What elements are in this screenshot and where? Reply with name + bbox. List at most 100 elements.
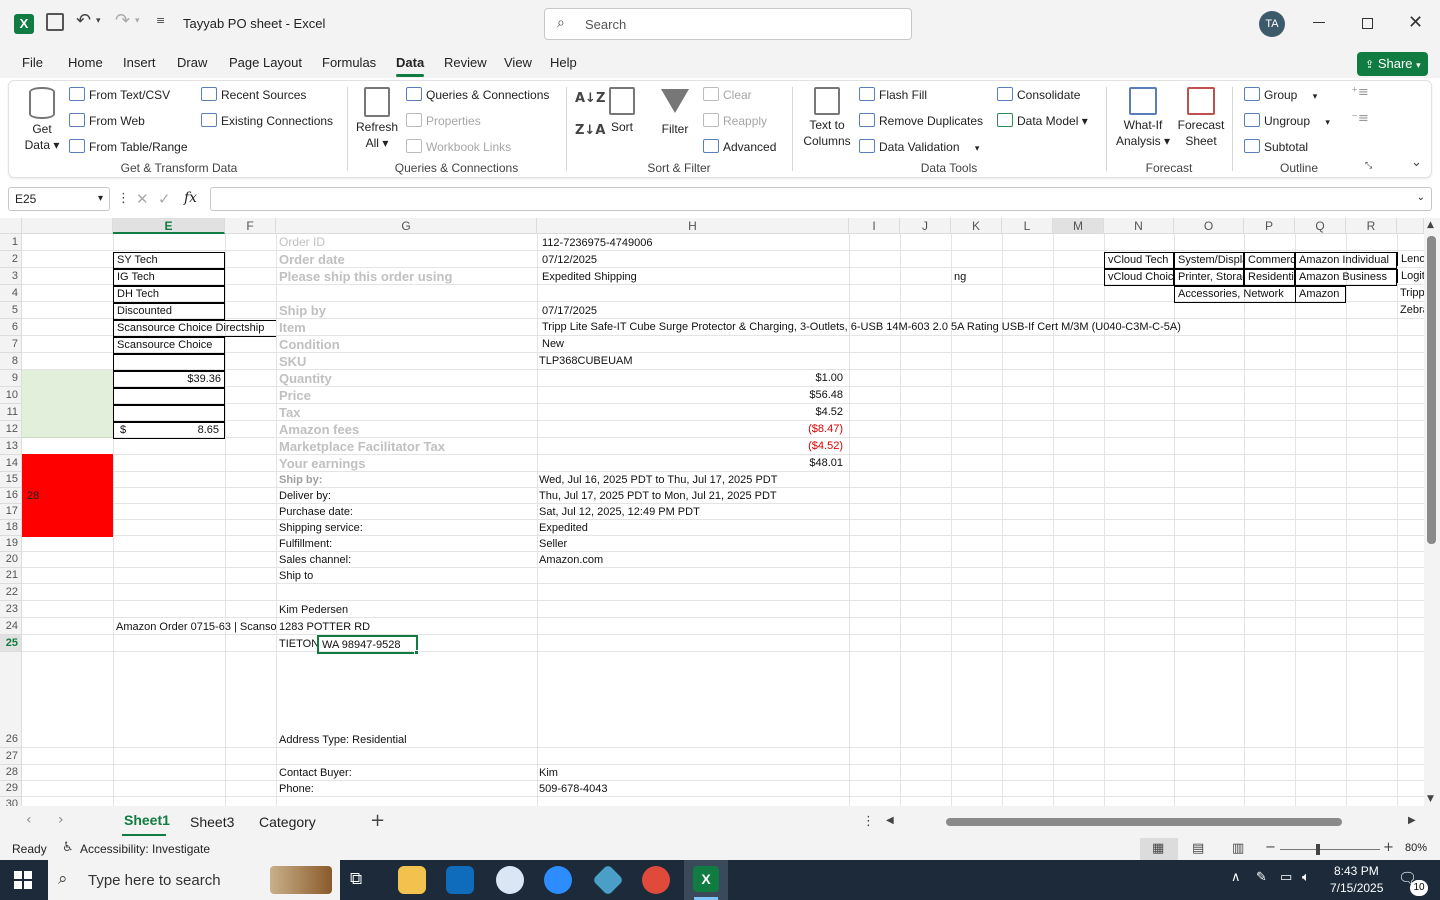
add-sheet-icon[interactable]: + [370, 810, 385, 831]
show-detail-icon[interactable]: ⁺≡ [1351, 85, 1369, 100]
chrome-profile-icon[interactable] [642, 866, 670, 894]
horizontal-scrollbar-thumb[interactable] [946, 818, 1342, 826]
get-data-button[interactable]: Get Data ▾ [23, 87, 61, 153]
recent-sources-button[interactable]: Recent Sources [201, 87, 306, 102]
horizontal-scrollbar[interactable] [904, 816, 1404, 828]
column-header-j[interactable]: J [900, 218, 951, 234]
cell-g11[interactable]: Tax [276, 404, 303, 421]
clock-time[interactable]: 8:43 PM [1334, 864, 1379, 878]
row-header[interactable]: 5 [0, 302, 22, 319]
volume-icon[interactable]: 🔈︎ [1302, 870, 1310, 885]
row-header[interactable]: 21 [0, 568, 22, 584]
insert-function-icon[interactable]: fx [184, 190, 197, 206]
tab-sheet1[interactable]: Sheet1 [124, 812, 170, 828]
cell-g1[interactable]: Order ID [276, 234, 328, 250]
menu-help[interactable]: Help [550, 55, 577, 70]
column-header-e[interactable]: E [113, 218, 225, 234]
row-header[interactable]: 18 [0, 520, 22, 536]
data-validation-button[interactable]: Data Validation ▾ [859, 139, 979, 154]
cell-h8[interactable]: TLP368CUBEUAM [536, 354, 636, 368]
row-header[interactable]: 30 [0, 797, 22, 806]
cell-q3[interactable]: Amazon Business [1295, 269, 1397, 286]
cell-g21[interactable]: Ship to [276, 569, 316, 583]
cell-g19[interactable]: Fulfillment: [276, 537, 335, 551]
next-sheet-icon[interactable]: › [58, 812, 64, 828]
row-header[interactable]: 1 [0, 234, 22, 251]
redo-dropdown-icon[interactable]: ▾ [135, 16, 140, 26]
minimize-icon[interactable] [1313, 22, 1325, 23]
excel-taskbar-item[interactable]: X [684, 860, 728, 900]
clear-button[interactable]: Clear [703, 87, 752, 102]
cell-o3[interactable]: Printer, Storage [1174, 269, 1244, 286]
menu-formulas[interactable]: Formulas [322, 55, 376, 70]
cell-p3[interactable]: Residential [1244, 269, 1295, 286]
cell-e4[interactable]: DH Tech [113, 286, 225, 303]
zoom-app-icon[interactable] [544, 866, 572, 894]
taskbar-search[interactable]: ⌕ Type here to search [48, 860, 340, 900]
cell-h17[interactable]: Sat, Jul 12, 2025, 12:49 PM PDT [536, 505, 703, 519]
from-table-range-button[interactable]: From Table/Range [69, 139, 188, 154]
save-icon[interactable] [46, 13, 64, 31]
cell-o4[interactable]: Accessories, Network [1174, 286, 1295, 303]
queries-connections-button[interactable]: Queries & Connections [406, 87, 549, 102]
row-header[interactable]: 14 [0, 455, 22, 472]
zoom-slider[interactable] [1280, 849, 1380, 850]
cell-e24[interactable]: Amazon Order 0715-63 | Scansource [113, 620, 276, 634]
flash-fill-button[interactable]: Flash Fill [859, 87, 927, 102]
customize-toolbar-icon[interactable]: ≡ [156, 14, 165, 27]
network-icon[interactable]: ▭ [1280, 870, 1292, 885]
cell-r3[interactable]: Logitech [1397, 269, 1424, 283]
cell-h13[interactable]: ($4.52) [537, 439, 846, 453]
share-button[interactable]: ⇪ Share ▾ [1357, 52, 1428, 76]
cell-e9[interactable]: $39.36 [113, 371, 225, 388]
cell-g3[interactable]: Please ship this order using [276, 268, 455, 285]
cell-h28[interactable]: Kim [536, 766, 561, 780]
cell-g15[interactable]: Ship by: [276, 473, 325, 487]
cell-r4[interactable]: Tripp [1397, 286, 1424, 300]
column-header-m[interactable]: M [1053, 218, 1104, 234]
cell-h29[interactable]: 509-678-4043 [536, 782, 611, 796]
page-layout-view-icon[interactable]: ▤ [1192, 841, 1204, 856]
accessibility-status[interactable]: Accessibility: Investigate [80, 842, 210, 856]
chrome-icon[interactable] [496, 866, 524, 894]
existing-connections-button[interactable]: Existing Connections [201, 113, 333, 128]
cell-g9[interactable]: Quantity [276, 370, 335, 387]
row-header[interactable]: 28 [0, 765, 22, 781]
menu-home[interactable]: Home [68, 55, 103, 70]
forecast-sheet-button[interactable]: Forecast Sheet [1177, 87, 1225, 149]
cell-g12[interactable]: Amazon fees [276, 421, 362, 438]
zoom-out-icon[interactable]: − [1265, 840, 1276, 855]
filter-button[interactable]: Filter [657, 87, 693, 137]
cell-g2[interactable]: Order date [276, 251, 348, 268]
cell-n3[interactable]: vCloud Choice [1104, 269, 1174, 286]
page-break-view-icon[interactable]: ▥ [1232, 841, 1244, 856]
cell-g10[interactable]: Price [276, 387, 314, 404]
from-text-csv-button[interactable]: From Text/CSV [69, 87, 170, 102]
cell-g6[interactable]: Item [276, 319, 309, 336]
cell-g14[interactable]: Your earnings [276, 455, 368, 472]
cell-r5[interactable]: Zebra [1397, 303, 1424, 317]
row-header[interactable]: 11 [0, 404, 22, 421]
data-model-button[interactable]: Data Model ▾ [997, 113, 1088, 128]
more-options-icon[interactable]: ⋮ [862, 814, 875, 829]
column-header-n[interactable]: N [1104, 218, 1174, 234]
cell-g7[interactable]: Condition [276, 336, 343, 353]
cell-h2[interactable]: 07/12/2025 [539, 253, 600, 267]
row-header[interactable]: 24 [0, 618, 22, 635]
row-header[interactable]: 9 [0, 370, 22, 387]
cell-g20[interactable]: Sales channel: [276, 553, 354, 567]
cell-g23[interactable]: Kim Pedersen [276, 603, 351, 617]
column-header-g[interactable]: G [276, 218, 537, 234]
search-box[interactable]: ⌕ Search [544, 8, 912, 40]
cell-e8[interactable] [113, 354, 225, 371]
cell-q4[interactable]: Amazon [1295, 286, 1346, 303]
column-header-f[interactable]: F [225, 218, 276, 234]
cell-g25-selected[interactable]: WA 98947-9528 [317, 635, 418, 654]
fill-handle[interactable] [414, 650, 419, 655]
row-header[interactable]: 17 [0, 504, 22, 520]
scrollbar-thumb[interactable] [1427, 236, 1436, 544]
refresh-all-button[interactable]: Refresh All ▾ [355, 87, 399, 151]
cell-h16[interactable]: Thu, Jul 17, 2025 PDT to Mon, Jul 21, 20… [536, 489, 780, 503]
column-header-l[interactable]: L [1002, 218, 1053, 234]
row-header[interactable]: 7 [0, 336, 22, 353]
